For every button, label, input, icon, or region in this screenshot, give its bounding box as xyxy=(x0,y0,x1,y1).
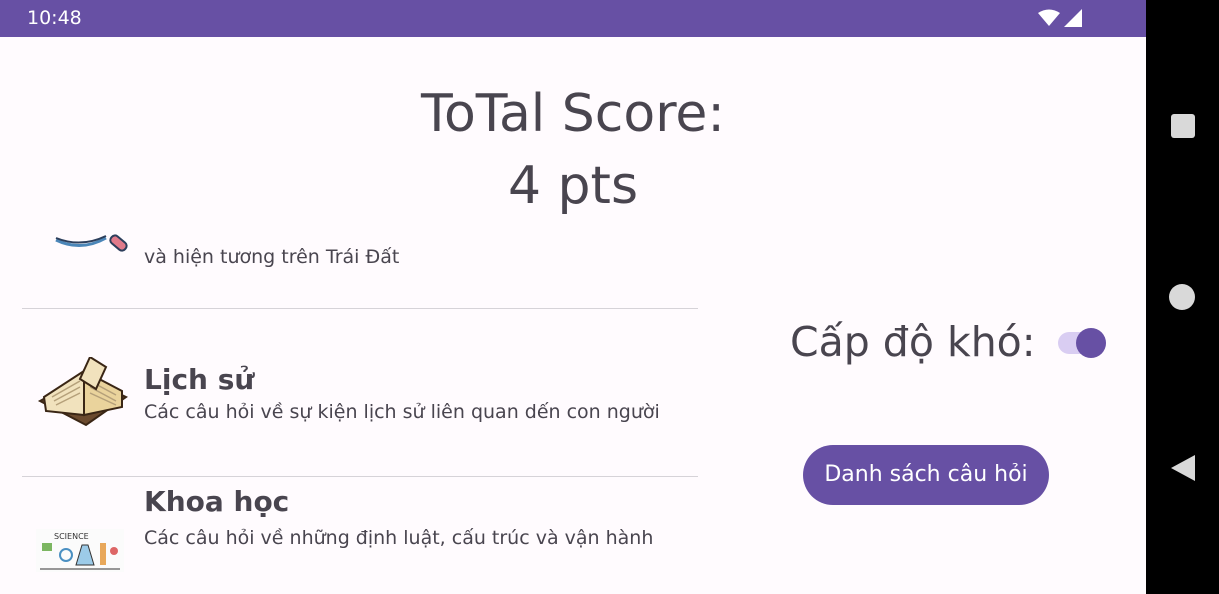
category-item-history[interactable]: Lịch sử Các câu hỏi về sự kiện lịch sử l… xyxy=(22,309,698,476)
magnifier-icon xyxy=(55,234,128,252)
category-item-earth[interactable]: và hiện tương trên Trái Đất xyxy=(22,222,698,307)
svg-text:SCIENCE: SCIENCE xyxy=(54,532,89,541)
category-description: và hiện tương trên Trái Đất xyxy=(144,246,400,268)
science-icon: SCIENCE xyxy=(36,529,124,572)
difficulty-label: Cấp độ khó: xyxy=(790,318,1036,366)
total-score-title: ToTal Score: xyxy=(421,84,725,144)
category-description: Các câu hỏi về sự kiện lịch sử liên quan… xyxy=(144,401,660,423)
back-triangle-icon[interactable] xyxy=(1171,455,1195,481)
category-title: Khoa học xyxy=(144,485,290,518)
category-item-science[interactable]: SCIENCE Khoa học Các câu hỏi về những đị… xyxy=(22,477,698,572)
category-description: Các câu hỏi về những định luật, cấu trúc… xyxy=(144,527,654,549)
home-circle-icon[interactable] xyxy=(1168,283,1196,311)
open-book-icon xyxy=(37,357,128,427)
status-icons xyxy=(1038,9,1082,27)
total-score-value: 4 pts xyxy=(507,156,639,216)
question-list-button[interactable]: Danh sách câu hỏi xyxy=(803,445,1049,505)
status-bar: 10:48 xyxy=(0,0,1146,37)
navigation-bar xyxy=(1146,0,1219,594)
recents-square-icon[interactable] xyxy=(1171,114,1195,138)
wifi-icon xyxy=(1038,9,1060,26)
category-list[interactable]: và hiện tương trên Trái Đất Lịch sử Các … xyxy=(22,222,698,572)
difficulty-switch[interactable] xyxy=(1058,328,1106,358)
app-screen: 10:48 ToTal Score: 4 pts và hiện tương t… xyxy=(0,0,1146,594)
status-time: 10:48 xyxy=(27,7,82,29)
switch-thumb xyxy=(1076,328,1106,358)
category-title: Lịch sử xyxy=(144,363,255,396)
cellular-signal-icon xyxy=(1064,9,1082,27)
